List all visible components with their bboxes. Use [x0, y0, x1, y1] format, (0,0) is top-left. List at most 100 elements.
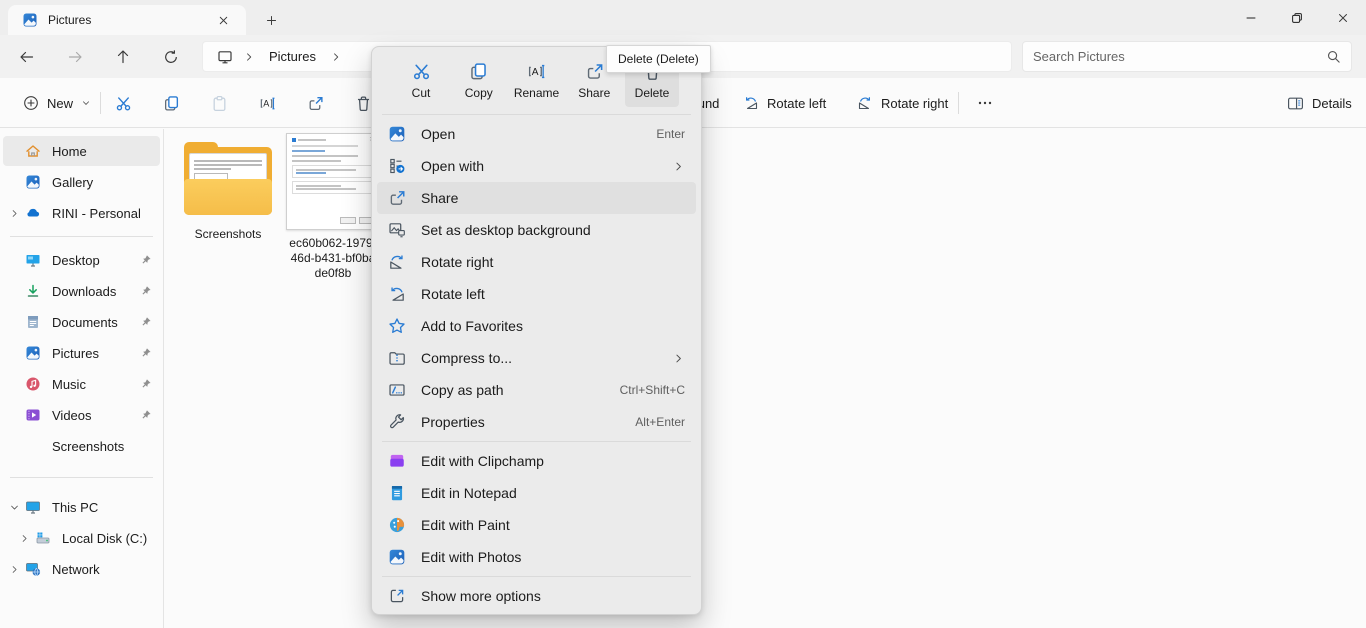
- sidebar-item-documents[interactable]: Documents: [3, 307, 160, 337]
- folder-tile-screenshots[interactable]: Screenshots: [180, 141, 276, 242]
- sidebar-item-gallery[interactable]: Gallery: [3, 167, 160, 197]
- share-button[interactable]: [298, 86, 333, 120]
- home-icon: [25, 143, 41, 159]
- sidebar-separator: [10, 236, 153, 237]
- search-icon: [1326, 49, 1341, 64]
- paste-icon: [211, 95, 228, 112]
- copy-icon: [163, 95, 180, 112]
- menu-item-rotate-left[interactable]: Rotate left: [377, 278, 696, 310]
- forward-button[interactable]: [58, 40, 92, 74]
- sidebar-item-pictures[interactable]: Pictures: [3, 338, 160, 368]
- menu-separator: [382, 576, 691, 577]
- sidebar-separator: [10, 477, 153, 478]
- open-with-icon: [388, 157, 406, 175]
- sidebar-item-videos[interactable]: Videos: [3, 400, 160, 430]
- menu-item-edit-with-paint[interactable]: Edit with Paint: [377, 509, 696, 541]
- new-button[interactable]: New: [14, 86, 100, 120]
- restore-button[interactable]: [1274, 0, 1320, 35]
- sidebar-item-downloads[interactable]: Downloads: [3, 276, 160, 306]
- context-menu: Cut Copy Rename Share Delete Open Enter …: [371, 46, 702, 615]
- menu-item-show-more-options[interactable]: Show more options: [377, 580, 696, 612]
- search-box[interactable]: [1022, 41, 1352, 72]
- downloads-icon: [25, 283, 41, 299]
- sidebar-item-music[interactable]: Music: [3, 369, 160, 399]
- rename-button[interactable]: [250, 86, 285, 120]
- paint-icon: [388, 516, 406, 534]
- rotate-left-button[interactable]: Rotate left: [734, 86, 835, 120]
- file-thumbnail: ✕: [286, 133, 381, 230]
- network-icon: [25, 561, 41, 577]
- image-file-tile[interactable]: ✕ ec60b062-1979- 46d-b431-bf0ba de0f8b: [283, 133, 383, 281]
- minimize-button[interactable]: [1228, 0, 1274, 35]
- rotate-left-icon: [743, 95, 759, 111]
- menu-item-set-as-desktop-background[interactable]: Set as desktop background: [377, 214, 696, 246]
- menu-item-compress-to[interactable]: Compress to...: [377, 342, 696, 374]
- breadcrumb-pictures[interactable]: Pictures: [259, 47, 326, 66]
- chevron-right-icon: [672, 160, 685, 173]
- videos-icon: [25, 407, 41, 423]
- details-button[interactable]: Details: [1278, 86, 1361, 120]
- copy-path-icon: [388, 381, 406, 399]
- pin-icon: [136, 254, 156, 266]
- menu-item-open-with[interactable]: Open with: [377, 150, 696, 182]
- paste-button[interactable]: [202, 86, 237, 120]
- sidebar-item-onedrive[interactable]: RINI - Personal: [3, 198, 160, 228]
- menu-item-edit-with-clipchamp[interactable]: Edit with Clipchamp: [377, 445, 696, 477]
- sidebar-item-local-disk-c[interactable]: Local Disk (C:): [3, 523, 160, 553]
- tab-title: Pictures: [48, 13, 210, 27]
- clipchamp-icon: [388, 452, 406, 470]
- copy-button[interactable]: [154, 86, 189, 120]
- pin-icon: [136, 409, 156, 421]
- photos-icon: [388, 125, 406, 143]
- menu-item-open[interactable]: Open Enter: [377, 118, 696, 150]
- sidebar-item-home[interactable]: Home: [3, 136, 160, 166]
- trash-icon: [355, 95, 372, 112]
- sidebar-item-screenshots[interactable]: Screenshots: [3, 431, 160, 461]
- rotate-right-icon: [388, 253, 406, 271]
- this-pc-icon: [25, 499, 41, 515]
- search-input[interactable]: [1033, 49, 1326, 64]
- menu-item-edit-with-photos[interactable]: Edit with Photos: [377, 541, 696, 573]
- rotate-right-button[interactable]: Rotate right: [848, 86, 957, 120]
- menu-item-properties[interactable]: Properties Alt+Enter: [377, 406, 696, 438]
- menu-separator: [382, 114, 691, 115]
- pictures-icon: [25, 345, 41, 361]
- chevron-right-icon[interactable]: [13, 533, 35, 544]
- toolbar-separator: [958, 92, 959, 114]
- show-more-icon: [388, 587, 406, 605]
- menu-item-add-to-favorites[interactable]: Add to Favorites: [377, 310, 696, 342]
- pin-icon: [136, 347, 156, 359]
- up-button[interactable]: [106, 40, 140, 74]
- desktop-icon: [25, 252, 41, 268]
- quick-cut-button[interactable]: Cut: [394, 55, 448, 107]
- quick-rename-button[interactable]: Rename: [510, 55, 564, 107]
- sidebar-item-desktop[interactable]: Desktop: [3, 245, 160, 275]
- refresh-button[interactable]: [154, 40, 188, 74]
- tab-pictures[interactable]: Pictures: [8, 5, 246, 35]
- cut-button[interactable]: [106, 86, 141, 120]
- new-tab-button[interactable]: [258, 8, 284, 32]
- set-background-icon: [388, 221, 406, 239]
- chevron-right-icon[interactable]: [3, 208, 25, 219]
- quick-copy-button[interactable]: Copy: [452, 55, 506, 107]
- close-button[interactable]: [1320, 0, 1366, 35]
- breadcrumb-desktop[interactable]: [211, 47, 239, 67]
- menu-item-rotate-right[interactable]: Rotate right: [377, 246, 696, 278]
- scissors-icon: [412, 62, 431, 81]
- sidebar-item-network[interactable]: Network: [3, 554, 160, 584]
- tab-close-button[interactable]: [210, 9, 236, 31]
- chevron-right-icon[interactable]: [3, 564, 25, 575]
- window-controls: [1228, 0, 1366, 35]
- share-icon: [388, 189, 406, 207]
- rotate-left-icon: [388, 285, 406, 303]
- star-icon: [388, 317, 406, 335]
- rename-icon: [259, 95, 276, 112]
- see-more-button[interactable]: [968, 86, 1002, 120]
- back-button[interactable]: [10, 40, 44, 74]
- chevron-down-icon[interactable]: [3, 502, 25, 513]
- sidebar-item-this-pc[interactable]: This PC: [3, 492, 160, 522]
- menu-separator: [382, 441, 691, 442]
- menu-item-copy-as-path[interactable]: Copy as path Ctrl+Shift+C: [377, 374, 696, 406]
- menu-item-share[interactable]: Share: [377, 182, 696, 214]
- menu-item-edit-in-notepad[interactable]: Edit in Notepad: [377, 477, 696, 509]
